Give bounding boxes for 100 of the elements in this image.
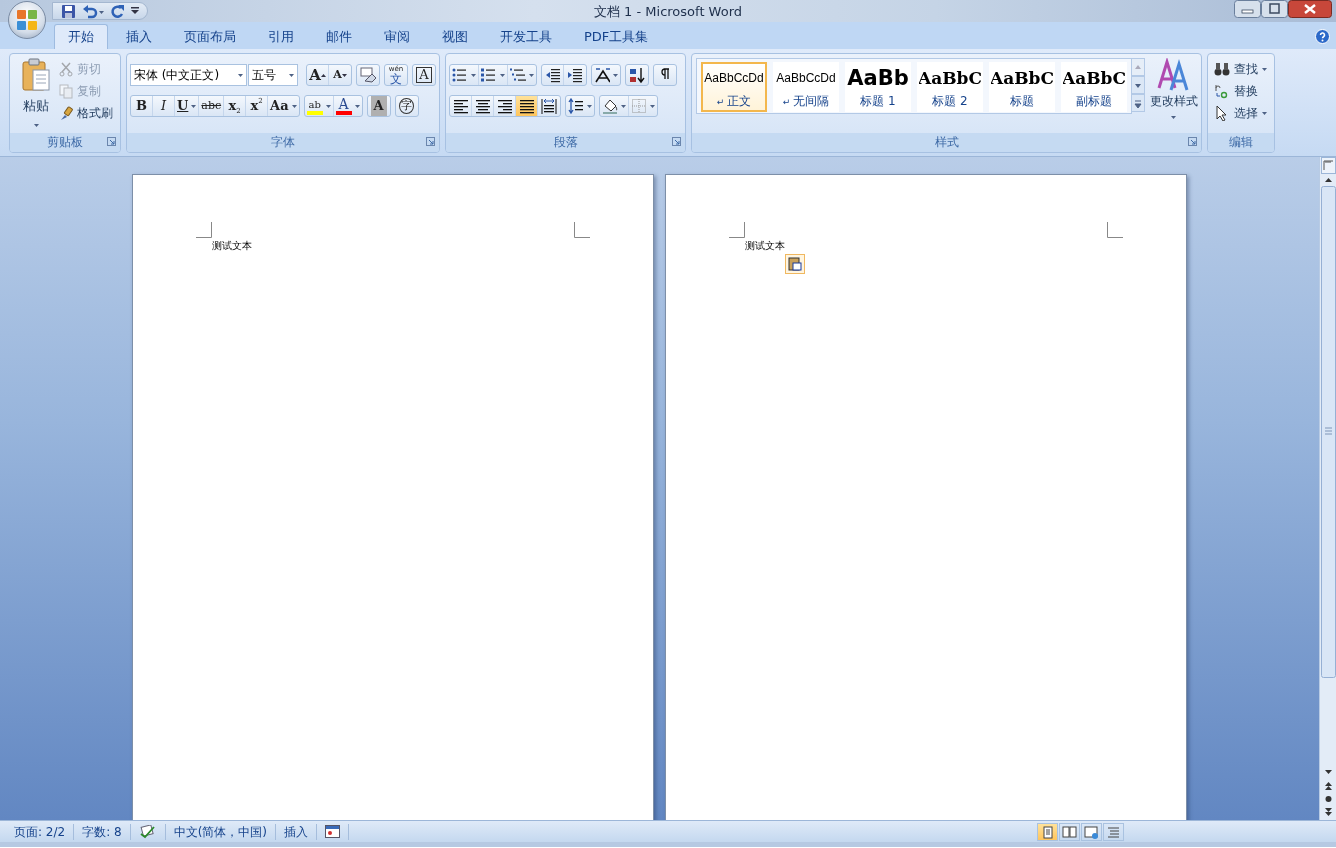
toolbar-button[interactable]: A <box>329 65 351 85</box>
style-item[interactable]: AaBbCcDd ↵ 无间隔 <box>773 62 839 112</box>
up-icon <box>320 73 326 77</box>
toolbar-button[interactable] <box>479 65 508 85</box>
ribbon-tab[interactable]: 审阅 <box>370 24 424 49</box>
customize-icon[interactable] <box>131 7 139 15</box>
font-size-field[interactable]: 五号 <box>247 64 298 86</box>
page-icon <box>1106 824 1121 839</box>
help-icon[interactable] <box>1315 29 1330 44</box>
view-button[interactable] <box>1103 822 1124 841</box>
status-text[interactable]: 插入 <box>284 822 309 841</box>
align-center-icon <box>474 97 491 115</box>
outdent-icon <box>544 66 561 84</box>
close-icon[interactable] <box>1288 0 1332 18</box>
caret-icon <box>237 73 243 77</box>
bullet-list-icon <box>452 66 468 84</box>
ruler-icon[interactable] <box>1320 157 1336 174</box>
more-icon[interactable] <box>1131 94 1145 112</box>
change-styles-button[interactable]: 更改样式 <box>1149 58 1198 133</box>
command-button[interactable]: 选择 <box>1214 102 1271 124</box>
clipboard-icon <box>21 58 51 92</box>
command-button[interactable]: 格式刷 <box>59 102 113 124</box>
save-icon[interactable] <box>61 3 76 19</box>
asian-layout-icon <box>594 66 610 84</box>
dialog-launcher-icon[interactable] <box>426 137 435 146</box>
ribbon-tab[interactable]: 开始 <box>54 24 108 49</box>
group-label: 段落 <box>553 135 578 149</box>
toolbar-button[interactable]: abc <box>199 96 225 116</box>
scissors-icon <box>59 61 73 77</box>
page-icon <box>1040 824 1055 839</box>
down-icon <box>341 73 347 77</box>
style-item[interactable]: AaBb 标题 1 <box>845 62 911 112</box>
toolbar-button[interactable] <box>566 96 594 116</box>
ribbon-tab[interactable]: 插入 <box>112 24 166 49</box>
ribbon-tab[interactable]: 邮件 <box>312 24 366 49</box>
page-icon <box>1084 824 1099 839</box>
window-title: 文档 1 - Microsoft Word <box>592 3 744 21</box>
line-spacing-icon <box>568 97 584 115</box>
dialog-launcher-icon[interactable] <box>672 137 681 146</box>
toolbar-button[interactable]: A <box>333 96 362 116</box>
macro-icon[interactable] <box>325 825 341 838</box>
multilevel-list-icon <box>510 66 526 84</box>
redo-icon[interactable] <box>110 3 125 19</box>
toolbar-button[interactable]: B <box>131 96 153 116</box>
ribbon-tab[interactable]: PDF工具集 <box>570 24 663 49</box>
margin-mark <box>1107 222 1123 238</box>
minimize-icon[interactable] <box>1234 0 1261 18</box>
style-item[interactable]: AaBbCcDd ↵ 正文 <box>701 62 767 112</box>
toolbar-button[interactable]: ab <box>304 96 334 116</box>
margin-mark <box>729 222 745 238</box>
view-button[interactable] <box>1059 822 1080 841</box>
status-text[interactable]: 页面: 2/2 <box>14 822 66 841</box>
indent-icon <box>567 66 583 84</box>
status-text[interactable]: 中文(简体，中国) <box>173 822 268 841</box>
view-button[interactable] <box>1081 822 1102 841</box>
undo-icon[interactable] <box>82 3 104 19</box>
toolbar-button[interactable] <box>357 65 379 85</box>
status-text[interactable]: 字数: 8 <box>82 822 122 841</box>
binoculars-icon <box>1214 61 1230 77</box>
toolbar-button[interactable] <box>538 96 560 116</box>
toolbar-button[interactable] <box>592 65 620 85</box>
replace-icon <box>1214 83 1230 99</box>
ribbon-tab[interactable]: 页面布局 <box>170 24 250 49</box>
ribbon-tab[interactable]: 引用 <box>254 24 308 49</box>
page-icon <box>1062 824 1077 839</box>
ribbon-tab[interactable]: 视图 <box>428 24 482 49</box>
view-button[interactable] <box>1037 822 1058 841</box>
command-button[interactable]: 替换 <box>1214 80 1271 102</box>
body-text: 测试文本 <box>212 240 253 252</box>
toolbar-button[interactable]: I <box>153 96 175 116</box>
scroll-down-icon[interactable] <box>1131 76 1145 94</box>
group-label: 字体 <box>271 135 295 149</box>
toolbar-button[interactable]: A <box>307 65 329 85</box>
toolbar-button[interactable]: A <box>413 65 435 85</box>
font-name-field[interactable]: 宋体 (中文正文) <box>130 64 247 86</box>
eraser-icon <box>359 67 377 83</box>
caret-icon <box>33 123 39 127</box>
distribute-icon <box>541 97 557 115</box>
ribbon-tab[interactable]: 开发工具 <box>486 24 566 49</box>
group-label: 剪贴板 <box>47 135 83 149</box>
toolbar-button[interactable] <box>516 96 538 116</box>
dialog-launcher-icon[interactable] <box>107 137 116 146</box>
toolbar-button[interactable]: Aa <box>268 96 299 116</box>
group-label: 编辑 <box>1229 135 1253 149</box>
toolbar-button[interactable]: U <box>175 96 200 116</box>
paint-bucket-icon <box>602 97 618 115</box>
toolbar-button[interactable] <box>450 65 479 85</box>
office-button[interactable] <box>8 1 46 39</box>
command-button[interactable]: 查找 <box>1214 58 1271 80</box>
toolbar-button[interactable] <box>600 96 629 116</box>
proofing-icon[interactable] <box>138 824 157 839</box>
paste-button[interactable]: 粘贴 <box>13 58 59 133</box>
dialog-launcher-icon[interactable] <box>1188 137 1197 146</box>
scroll-thumb-icon[interactable] <box>1320 186 1336 678</box>
maximize-icon[interactable] <box>1261 0 1288 18</box>
caret-icon <box>289 73 294 77</box>
paste-options-icon[interactable] <box>785 254 805 274</box>
borders-icon <box>631 97 647 115</box>
justify-icon <box>518 97 535 115</box>
group-label: 样式 <box>934 135 959 149</box>
